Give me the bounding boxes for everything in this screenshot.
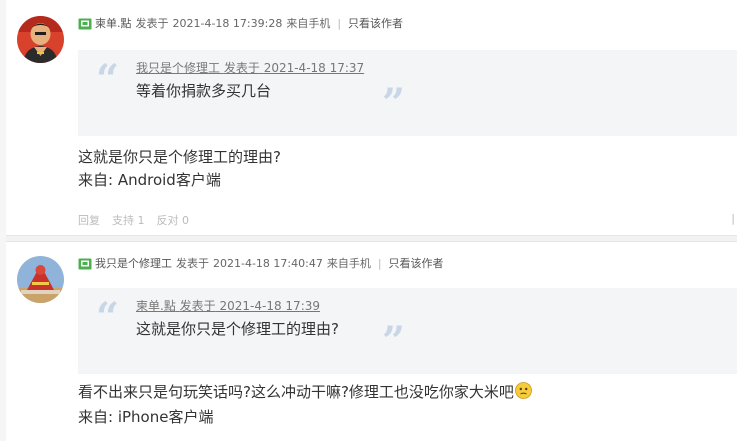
- post-2: 我只是个修理工 发表于 2021-4-18 17:40:47 来自手机 | 只看…: [0, 240, 737, 441]
- post-actions: 回复 支持 1 反对 0: [78, 212, 189, 228]
- posted-time: 2021-4-18 17:40:47: [213, 257, 323, 270]
- post-client-line: 来自: Android客户端: [78, 171, 221, 189]
- quote-header[interactable]: 柬单.點 发表于 2021-4-18 17:39: [136, 298, 320, 314]
- only-author-link[interactable]: 只看该作者: [348, 16, 403, 32]
- post-client-line: 来自: iPhone客户端: [78, 408, 214, 426]
- quote-text: 这就是你只是个修理工的理由?: [136, 320, 339, 338]
- posted-prefix: 发表于: [135, 17, 169, 30]
- post-body-line: 看不出来只是句玩笑话吗?这么冲动干嘛?修理工也没吃你家大米吧: [78, 383, 514, 401]
- quote-header[interactable]: 我只是个修理工 发表于 2021-4-18 17:37: [136, 60, 364, 76]
- avatar-image: [17, 256, 64, 303]
- quote-posted-prefix: 发表于: [223, 61, 260, 75]
- device-label: 来自手机: [286, 17, 331, 30]
- device-label: 来自手机: [326, 257, 371, 270]
- post-body-line: 这就是你只是个修理工的理由?: [78, 148, 281, 166]
- post-meta: 柬单.點 发表于 2021-4-18 17:39:28 来自手机 | 只看该作者: [78, 16, 403, 32]
- only-author-link[interactable]: 只看该作者: [389, 256, 444, 272]
- avatar[interactable]: [17, 256, 64, 303]
- reply-button[interactable]: 回复: [78, 212, 100, 228]
- support-button[interactable]: 支持 1: [112, 212, 145, 228]
- quote-posted-time: 2021-4-18 17:39: [219, 299, 321, 313]
- quote-author: 我只是个修理工: [136, 61, 221, 75]
- actions-divider: |: [731, 212, 735, 225]
- post-body-line-wrap: 看不出来只是句玩笑话吗?这么冲动干嘛?修理工也没吃你家大米吧: [78, 381, 532, 406]
- avatar-image: [17, 16, 64, 63]
- quote-text: 等着你捐款多买几台: [136, 82, 272, 100]
- post-body: 看不出来只是句玩笑话吗?这么冲动干嘛?修理工也没吃你家大米吧 来自: iPhon…: [78, 381, 532, 429]
- open-quote-icon: “: [96, 56, 120, 103]
- post-meta: 我只是个修理工 发表于 2021-4-18 17:40:47 来自手机 | 只看…: [78, 256, 444, 272]
- close-quote-icon: ”: [382, 318, 406, 365]
- oppose-button[interactable]: 反对 0: [157, 212, 190, 228]
- meta-divider: |: [337, 17, 342, 30]
- confused-face-icon: [515, 382, 532, 406]
- post-1: 柬单.點 发表于 2021-4-18 17:39:28 来自手机 | 只看该作者…: [0, 0, 737, 236]
- quote-block: “ 柬单.點 发表于 2021-4-18 17:39 这就是你只是个修理工的理由…: [78, 288, 737, 374]
- forum-thread: 柬单.點 发表于 2021-4-18 17:39:28 来自手机 | 只看该作者…: [0, 0, 737, 441]
- quote-author: 柬单.點: [136, 299, 176, 313]
- quote-block: “ 我只是个修理工 发表于 2021-4-18 17:37 等着你捐款多买几台 …: [78, 50, 737, 136]
- avatar[interactable]: [17, 16, 64, 63]
- online-flag-icon: [78, 18, 92, 30]
- close-quote-icon: ”: [382, 80, 406, 127]
- online-flag-icon: [78, 258, 92, 270]
- meta-divider: |: [377, 257, 382, 270]
- quote-posted-prefix: 发表于: [179, 299, 216, 313]
- quote-posted-time: 2021-4-18 17:37: [263, 61, 365, 75]
- posted-prefix: 发表于: [176, 257, 209, 270]
- author-name[interactable]: 我只是个修理工: [95, 256, 172, 272]
- posted-time: 2021-4-18 17:39:28: [172, 17, 283, 30]
- open-quote-icon: “: [96, 294, 120, 341]
- author-name[interactable]: 柬单.點: [95, 16, 132, 32]
- post-body: 这就是你只是个修理工的理由? 来自: Android客户端: [78, 146, 281, 192]
